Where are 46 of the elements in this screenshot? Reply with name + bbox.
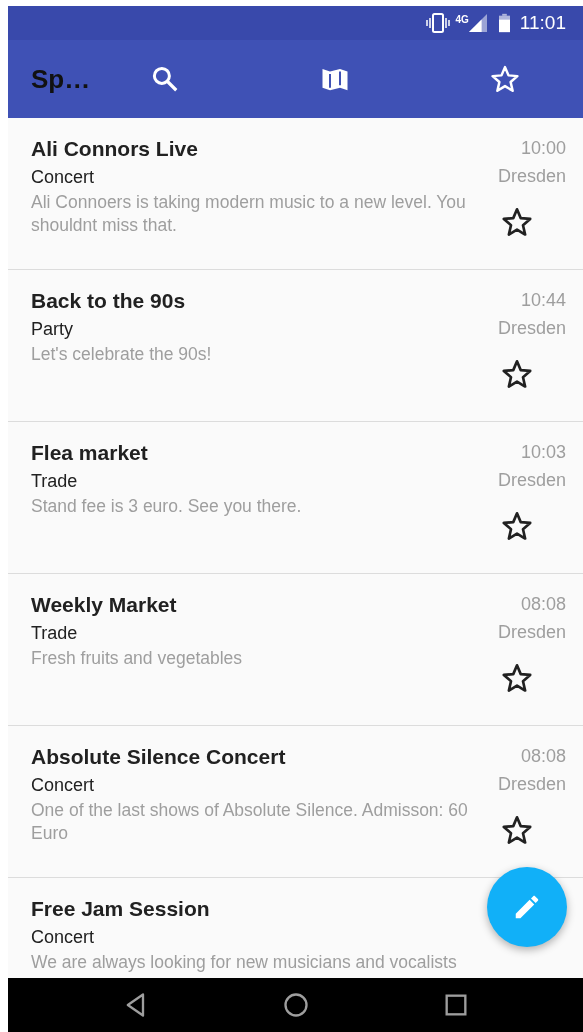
event-location: Dresden [497,317,566,340]
event-time: 08:08 [519,745,566,768]
event-category: Concert [31,774,96,797]
event-time: 10:00 [519,137,566,160]
search-icon[interactable] [150,64,180,94]
signal-icon [468,14,487,32]
app-title: Sp… [31,63,92,95]
clock-time: 11:01 [519,12,566,34]
network-type-label: 4G [455,14,469,25]
event-row[interactable]: Back to the 90s Party Let's celebrate the 90s! 10:44 Dresden [8,270,583,422]
event-time: 08:08 [519,593,566,616]
event-title: Weekly Market [31,592,178,618]
star-icon[interactable] [501,510,533,542]
event-description: Stand fee is 3 euro. See you there. [31,495,303,518]
event-time: 10:03 [519,441,566,464]
home-icon[interactable] [281,991,310,1019]
event-location: Dresden [497,165,566,188]
event-description: One of the last shows of Absolute Silence. Admisson: 60 Euro [31,799,469,845]
event-title: Free Jam Session [31,896,211,922]
event-location: Dresden [497,773,566,796]
event-description: Ali Connoers is taking modern music to a new level. You shouldnt miss that. [31,191,467,237]
event-description: Let's celebrate the 90s! [31,343,213,366]
star-icon[interactable] [501,358,533,390]
event-location: Dresden [497,469,566,492]
event-location: Dresden [497,621,566,644]
event-category: Concert [31,166,96,189]
star-icon[interactable] [501,814,533,846]
event-title: Flea market [31,440,149,466]
event-title: Ali Connors Live [31,136,199,162]
event-time: 10:44 [519,289,566,312]
event-category: Concert [31,926,96,949]
star-icon[interactable] [501,662,533,694]
event-title: Back to the 90s [31,288,187,314]
event-description: We are always looking for new musicians and vocalists [31,951,458,974]
event-row[interactable]: Ali Connors Live Concert Ali Connoers is taking modern music to a new level. You shouldnt miss that. 10:00 Dresden [8,118,583,270]
star-icon[interactable] [490,64,520,94]
event-description: Fresh fruits and vegetables [31,647,244,670]
event-row[interactable]: Weekly Market Trade Fresh fruits and vegetables 08:08 Dresden [8,574,583,726]
battery-icon [498,13,510,33]
event-category: Party [31,318,74,341]
star-icon[interactable] [501,206,533,238]
event-category: Trade [31,622,79,645]
event-category: Trade [31,470,79,493]
event-row[interactable]: Flea market Trade Stand fee is 3 euro. See you there. 10:03 Dresden [8,422,583,574]
vibrate-icon [425,13,450,33]
event-title: Absolute Silence Concert [31,744,287,770]
